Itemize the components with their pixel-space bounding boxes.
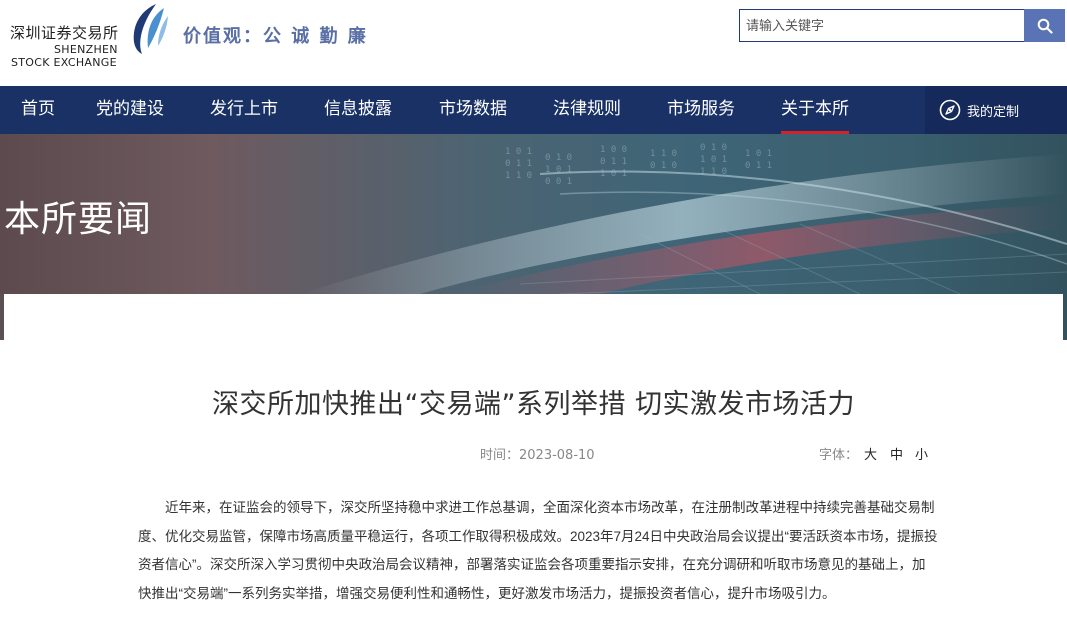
- svg-text:1 0 0: 1 0 0: [600, 145, 627, 155]
- svg-text:1 0 1: 1 0 1: [505, 147, 532, 157]
- svg-text:0 0 1: 0 0 1: [545, 177, 572, 187]
- main-nav: 首页 党的建设 发行上市 信息披露 市场数据 法律规则 市场服务 关于本所 我的…: [0, 86, 1067, 134]
- search-icon: [1037, 18, 1053, 34]
- svg-text:0 1 0: 0 1 0: [700, 143, 727, 153]
- logo-chinese-name[interactable]: 深圳证券交易所: [10, 22, 119, 43]
- svg-text:1 1 0: 1 1 0: [650, 149, 677, 159]
- svg-text:0 1 1: 0 1 1: [745, 161, 772, 171]
- font-size-label: 字体：: [819, 448, 859, 463]
- article-card: 深交所加快推出“交易端”系列举措 切实激发市场活力 时间：2023-08-10 …: [4, 294, 1063, 637]
- card-right-shadow: [1063, 294, 1067, 340]
- nav-item-disclosure[interactable]: 信息披露: [324, 86, 392, 134]
- my-custom-label: 我的定制: [967, 104, 1020, 120]
- compass-icon: [939, 99, 961, 121]
- banner-background-art: 1 0 1 0 1 1 1 1 0 0 1 0 1 0 1 0 0 1 1 0 0 0 1…: [300, 143, 1067, 294]
- svg-text:0 1 1: 0 1 1: [505, 159, 532, 169]
- search-button[interactable]: [1024, 9, 1065, 42]
- svg-text:1 0 1: 1 0 1: [745, 149, 772, 159]
- banner-title: 本所要闻: [4, 199, 153, 240]
- nav-item-market-data[interactable]: 市场数据: [439, 86, 507, 134]
- nav-item-rules[interactable]: 法律规则: [553, 86, 621, 134]
- svg-text:0 1 0: 0 1 0: [650, 161, 677, 171]
- svg-text:1 0 1: 1 0 1: [600, 169, 627, 179]
- nav-item-home[interactable]: 首页: [21, 86, 55, 134]
- nav-item-about[interactable]: 关于本所: [781, 86, 849, 134]
- article-body: 近年来，在证监会的领导下，深交所坚持稳中求进工作总基调，全面深化资本市场改革，在…: [138, 500, 938, 601]
- nav-item-market-services[interactable]: 市场服务: [667, 86, 735, 134]
- logo-english-line1: SHENZHEN: [54, 43, 118, 56]
- article-time: 时间：2023-08-10: [480, 448, 595, 463]
- article-title: 深交所加快推出“交易端”系列举措 切实激发市场活力: [211, 389, 856, 420]
- search-input[interactable]: [739, 9, 1024, 42]
- svg-text:1 0 1: 1 0 1: [545, 165, 572, 175]
- font-size-medium[interactable]: 中: [890, 444, 903, 463]
- font-size-small[interactable]: 小: [915, 444, 928, 463]
- slogan: 价值观：公 诚 勤 廉: [183, 26, 368, 47]
- svg-text:1 1 0: 1 1 0: [505, 171, 532, 181]
- nav-item-party-building[interactable]: 党的建设: [96, 86, 164, 134]
- svg-text:0 1 1: 0 1 1: [600, 157, 627, 167]
- my-custom-button[interactable]: 我的定制: [925, 86, 1067, 134]
- site-header: 深圳证券交易所 SHENZHEN STOCK EXCHANGE 价值观：公 诚 …: [0, 0, 1067, 86]
- nav-item-listing[interactable]: 发行上市: [210, 86, 278, 134]
- page-banner: 1 0 1 0 1 1 1 1 0 0 1 0 1 0 1 0 0 1 1 0 0 0 1…: [0, 134, 1067, 294]
- svg-text:0 1 0: 0 1 0: [545, 153, 572, 163]
- svg-text:1 0 1: 1 0 1: [700, 155, 727, 165]
- svg-text:1 1 0: 1 1 0: [700, 167, 727, 177]
- font-size-large[interactable]: 大: [864, 444, 877, 463]
- szse-logo-mark[interactable]: [126, 2, 170, 56]
- logo-english-line2: STOCK EXCHANGE: [11, 56, 117, 69]
